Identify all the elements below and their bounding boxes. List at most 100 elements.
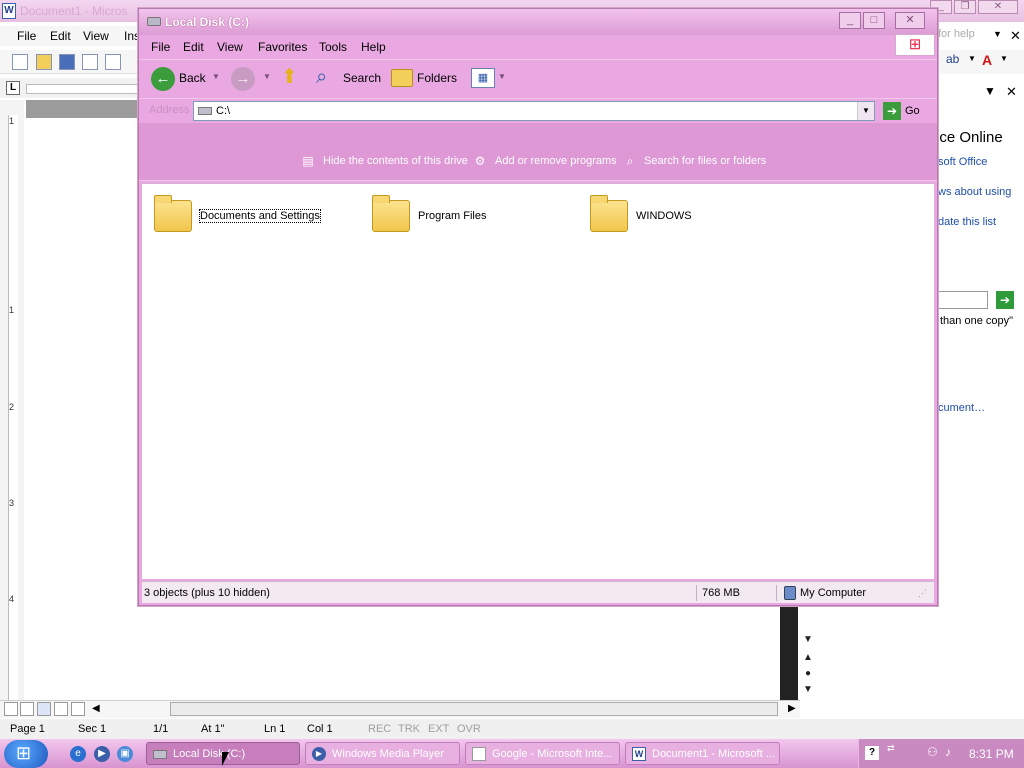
status-ovr[interactable]: OVR — [457, 723, 481, 735]
clock[interactable]: 8:31 PM — [969, 747, 1014, 761]
tray-expand-icon[interactable]: ⇄ — [887, 743, 895, 754]
menu-edit[interactable]: Edit — [183, 40, 204, 54]
network-icon[interactable]: ⚇ — [927, 745, 938, 759]
maximize-button[interactable]: □ — [863, 12, 885, 29]
back-arrow-icon[interactable]: ← — [151, 67, 175, 91]
print-layout-view-icon[interactable] — [37, 702, 51, 716]
media-player-icon[interactable]: ▶ — [94, 746, 110, 762]
task-pane-link[interactable]: ws about using — [938, 186, 1011, 198]
font-color-icon[interactable]: A — [982, 52, 992, 68]
list-item[interactable]: WINDOWS — [584, 195, 784, 238]
task-pane-menu-icon[interactable]: ▼ — [984, 84, 996, 98]
scroll-right-icon[interactable]: ▶ — [788, 703, 796, 714]
show-desktop-icon[interactable]: ▣ — [117, 746, 133, 762]
menu-tools[interactable]: Tools — [319, 40, 347, 54]
search-icon[interactable]: ⌕ — [316, 66, 340, 90]
item-label[interactable]: WINDOWS — [636, 210, 692, 222]
word-close-button[interactable]: ✕ — [978, 0, 1018, 14]
address-value[interactable]: C:\ — [216, 105, 230, 117]
word-menu-file[interactable]: File — [17, 29, 36, 43]
word-menu-edit[interactable]: Edit — [50, 29, 71, 43]
task-search-files[interactable]: Search for files or folders — [644, 155, 766, 167]
explorer-titlebar[interactable]: Local Disk (C:) _ □ ✕ — [139, 9, 937, 35]
search-icon[interactable]: ⌕ — [623, 155, 637, 169]
horizontal-scroll-thumb[interactable] — [170, 702, 778, 716]
menu-view[interactable]: View — [217, 40, 243, 54]
taskbar-item-media-player[interactable]: ▶ Windows Media Player — [305, 742, 460, 765]
task-pane-link[interactable]: cument… — [938, 402, 985, 414]
close-button[interactable]: ✕ — [895, 12, 925, 29]
highlight-icon[interactable]: ab — [946, 52, 959, 66]
hide-contents-icon[interactable]: ▤ — [301, 155, 315, 169]
previous-page-icon[interactable]: ▲ — [800, 652, 816, 666]
normal-view-icon[interactable] — [4, 702, 18, 716]
internet-explorer-icon[interactable]: e — [70, 746, 86, 762]
task-pane-close-icon[interactable]: ✕ — [1006, 84, 1017, 100]
volume-icon[interactable]: ♪ — [945, 745, 951, 759]
folders-icon[interactable] — [391, 69, 413, 87]
print-icon[interactable] — [105, 54, 121, 70]
go-button-label[interactable]: Go — [905, 105, 920, 117]
select-browse-object-icon[interactable]: ● — [800, 668, 816, 682]
views-icon[interactable]: ▦ — [471, 68, 495, 88]
minimize-button[interactable]: _ — [839, 12, 861, 29]
task-pane-search-input[interactable] — [938, 291, 988, 309]
folder-icon[interactable] — [154, 195, 192, 232]
taskbar-item-internet-explorer[interactable]: Google - Microsoft Inte... — [465, 742, 620, 765]
reading-layout-view-icon[interactable] — [71, 702, 85, 716]
go-arrow-icon[interactable]: ➔ — [883, 102, 901, 120]
tab-selector[interactable]: L — [6, 81, 20, 95]
chevron-down-icon[interactable]: ▼ — [993, 29, 1002, 39]
address-input[interactable]: C:\ ▼ — [193, 101, 875, 121]
open-icon[interactable] — [36, 54, 52, 70]
permission-icon[interactable] — [82, 54, 98, 70]
new-document-icon[interactable] — [12, 54, 28, 70]
chevron-down-icon[interactable]: ▼ — [857, 102, 874, 120]
status-rec[interactable]: REC — [368, 723, 391, 735]
close-document-icon[interactable]: ✕ — [1010, 28, 1021, 44]
add-remove-programs-icon[interactable]: ⚙ — [473, 155, 487, 169]
word-vertical-scrollbar-track[interactable] — [780, 604, 798, 700]
list-item[interactable]: Documents and Settings — [148, 195, 348, 238]
scroll-down-icon[interactable]: ▼ — [800, 634, 816, 648]
ask-a-question-box[interactable]: for help — [938, 28, 975, 40]
help-icon[interactable]: ? — [865, 746, 879, 760]
word-statusbar: Page 1 Sec 1 1/1 At 1" Ln 1 Col 1 REC TR… — [0, 719, 1024, 739]
scroll-left-icon[interactable]: ◀ — [92, 703, 100, 714]
chevron-down-icon[interactable]: ▼ — [498, 72, 506, 81]
up-folder-icon[interactable]: ⬆ — [281, 67, 303, 89]
file-list[interactable]: Documents and Settings Program Files WIN… — [142, 183, 934, 579]
task-hide-contents[interactable]: Hide the contents of this drive — [323, 155, 468, 167]
start-button[interactable]: ⊞ — [4, 740, 48, 768]
chevron-down-icon[interactable]: ▼ — [1000, 54, 1008, 63]
chevron-down-icon[interactable]: ▼ — [263, 72, 271, 81]
task-pane-link[interactable]: date this list — [938, 216, 996, 228]
menu-favorites[interactable]: Favorites — [258, 40, 307, 54]
folders-button-label[interactable]: Folders — [417, 71, 457, 85]
chevron-down-icon[interactable]: ▼ — [212, 72, 220, 81]
back-button-label[interactable]: Back — [179, 71, 206, 85]
save-icon[interactable] — [59, 54, 75, 70]
menu-help[interactable]: Help — [361, 40, 386, 54]
chevron-down-icon[interactable]: ▼ — [968, 54, 976, 63]
search-button-label[interactable]: Search — [343, 71, 381, 85]
resize-grip-icon[interactable]: ⋰ — [918, 588, 927, 599]
taskbar-item-word[interactable]: W Document1 - Microsoft ... — [625, 742, 780, 765]
task-pane-go-icon[interactable]: ➔ — [996, 291, 1014, 309]
item-label[interactable]: Program Files — [418, 210, 486, 222]
next-page-icon[interactable]: ▼ — [800, 684, 816, 698]
word-restore-button[interactable]: ❐ — [954, 0, 976, 14]
status-trk[interactable]: TRK — [398, 723, 420, 735]
item-label[interactable]: Documents and Settings — [199, 209, 321, 223]
task-add-remove-programs[interactable]: Add or remove programs — [495, 155, 617, 167]
menu-file[interactable]: File — [151, 40, 170, 54]
outline-view-icon[interactable] — [54, 702, 68, 716]
forward-arrow-icon[interactable]: → — [231, 67, 255, 91]
folder-icon[interactable] — [372, 195, 410, 232]
status-ext[interactable]: EXT — [428, 723, 449, 735]
web-layout-view-icon[interactable] — [20, 702, 34, 716]
word-menu-view[interactable]: View — [83, 29, 109, 43]
folder-icon[interactable] — [590, 195, 628, 232]
task-pane-link[interactable]: soft Office — [938, 156, 987, 168]
list-item[interactable]: Program Files — [366, 195, 566, 238]
